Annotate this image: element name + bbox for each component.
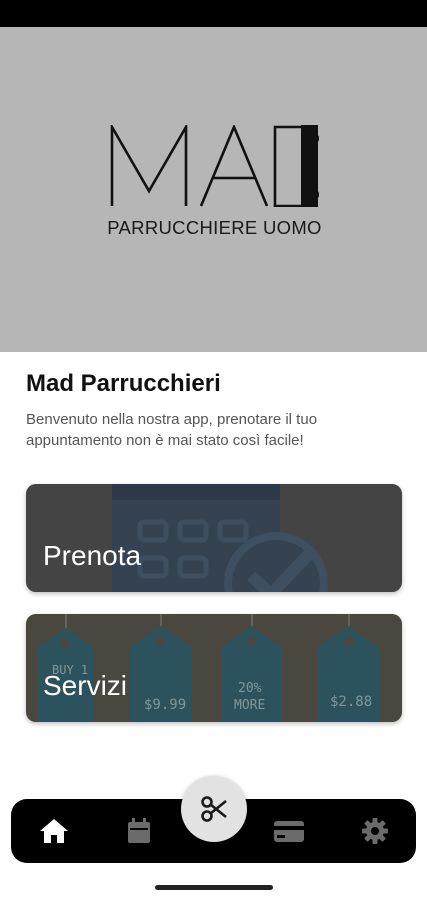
- nav-calendar[interactable]: [109, 799, 169, 863]
- calendar-icon: [128, 818, 150, 843]
- home-icon: [40, 819, 68, 843]
- logo-subtitle: PARRUCCHIERE UOMO: [107, 217, 322, 238]
- price-tags-illustration: BUY 1 $9.99 20% MORE $2.88: [26, 614, 402, 722]
- status-bar: [0, 0, 427, 27]
- nav-settings[interactable]: [345, 799, 405, 863]
- scissors-fab-button[interactable]: [181, 776, 247, 842]
- home-indicator[interactable]: [155, 885, 273, 890]
- app-title: Mad Parrucchieri: [26, 370, 221, 397]
- gesture-bar: [0, 875, 427, 900]
- app-description: Benvenuto nella nostra app, prenotare il…: [26, 411, 318, 449]
- credit-card-icon: [274, 821, 304, 842]
- hero-banner: PARRUCCHIERE UOMO: [0, 27, 427, 352]
- servizi-card[interactable]: BUY 1 $9.99 20% MORE $2.88 Servizi: [26, 614, 402, 722]
- mad-logo: PARRUCCHIERE UOMO: [92, 125, 337, 270]
- prenota-card[interactable]: Prenota: [26, 484, 402, 592]
- nav-home[interactable]: [24, 799, 84, 863]
- prenota-label: Prenota: [43, 540, 142, 571]
- servizi-label: Servizi: [43, 670, 128, 701]
- nav-payments[interactable]: [259, 799, 319, 863]
- logo-mark: [110, 125, 319, 207]
- calendar-illustration: [26, 484, 402, 592]
- scissors-icon: [201, 796, 227, 822]
- gear-icon: [362, 818, 388, 844]
